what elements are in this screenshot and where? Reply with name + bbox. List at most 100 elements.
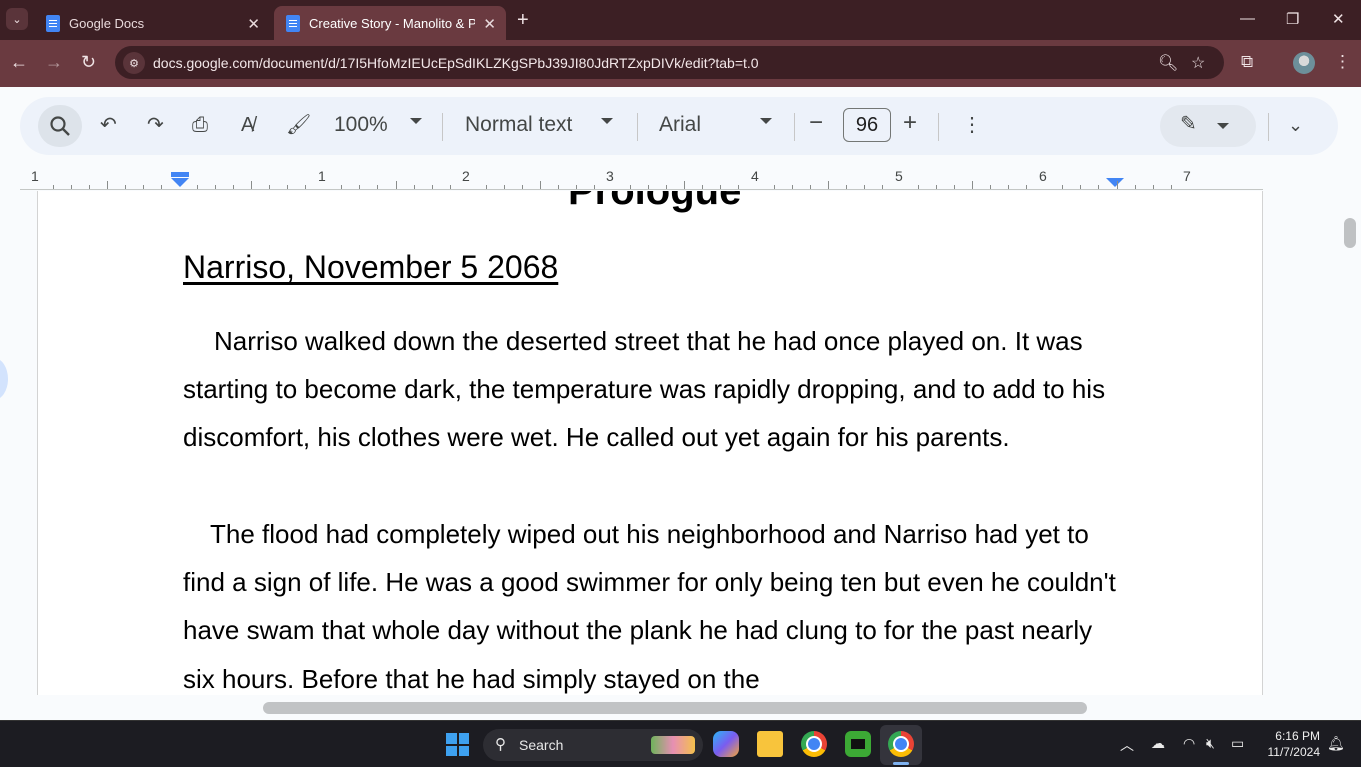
extensions-icon[interactable]: ⧉: [1241, 52, 1253, 72]
ruler-tick: [359, 185, 361, 189]
tab-google-docs[interactable]: Google Docs ✕: [34, 6, 270, 40]
address-bar[interactable]: ⚙ docs.google.com/document/d/17I5HfoMzIE…: [115, 46, 1224, 79]
paint-format-icon[interactable]: 🖌︎: [286, 112, 311, 138]
more-icon[interactable]: ⋮: [962, 112, 982, 138]
wifi-icon[interactable]: ◠: [1183, 735, 1195, 752]
chrome-icon[interactable]: [888, 731, 914, 757]
ruler-tick: [1008, 185, 1010, 189]
minimize-icon[interactable]: —: [1240, 10, 1255, 27]
ruler-tick: [810, 185, 812, 189]
bookmark-star-icon[interactable]: ☆: [1191, 53, 1205, 73]
minecraft-icon[interactable]: [845, 731, 871, 757]
print-icon[interactable]: ⎙: [192, 112, 208, 138]
body-paragraph[interactable]: Narriso walked down the deserted street …: [183, 317, 1118, 462]
close-icon[interactable]: ✕: [247, 15, 260, 33]
tab-title: Creative Story - Manolito & Pru: [309, 15, 475, 31]
chrome-icon[interactable]: [801, 731, 827, 757]
editing-mode-button[interactable]: ✎: [1160, 105, 1256, 147]
ruler-tick: [828, 181, 830, 189]
ruler-tick: [485, 185, 487, 189]
profile-avatar[interactable]: [1293, 52, 1315, 74]
ruler-tick: [341, 185, 343, 189]
font-size-input[interactable]: 96: [843, 108, 891, 142]
collapse-icon[interactable]: ⌄: [1288, 112, 1303, 138]
right-indent-marker[interactable]: [1106, 178, 1124, 187]
body-paragraph[interactable]: The flood had completely wiped out his n…: [183, 510, 1118, 695]
reload-icon[interactable]: ↻: [81, 52, 96, 73]
ruler-tick: [647, 185, 649, 189]
zoom-icon[interactable]: 🔍︎: [1158, 53, 1178, 73]
tab-search-button[interactable]: ⌄: [6, 8, 28, 30]
font-select[interactable]: Arial: [659, 113, 701, 137]
chevron-down-icon[interactable]: [410, 118, 422, 124]
tab-creative-story[interactable]: Creative Story - Manolito & Pru ✕: [274, 6, 506, 40]
ruler-tick: [954, 185, 956, 189]
chevron-down-icon[interactable]: [601, 118, 613, 124]
document-page[interactable]: Prologue Narriso, November 5 2068 Narris…: [37, 191, 1263, 695]
ruler-tick: [161, 185, 163, 189]
ruler-tick: [792, 185, 794, 189]
close-icon[interactable]: ✕: [483, 15, 496, 33]
url-text[interactable]: docs.google.com/document/d/17I5HfoMzIEUc…: [153, 55, 759, 71]
onedrive-icon[interactable]: ☁: [1151, 735, 1165, 752]
ruler-tick: [936, 185, 938, 189]
increase-icon[interactable]: +: [903, 110, 917, 136]
ruler-tick: [1134, 185, 1136, 189]
browser-menu-icon[interactable]: ⋮: [1334, 52, 1351, 72]
ruler-tick: [737, 185, 739, 189]
ruler-tick: [972, 181, 974, 189]
ruler-tick: [864, 185, 866, 189]
spellcheck-icon[interactable]: A̸: [241, 112, 254, 138]
search-icon[interactable]: [38, 105, 82, 147]
vertical-scrollbar[interactable]: [1344, 218, 1356, 248]
chevron-down-icon: [1217, 123, 1229, 129]
ruler-tick: [1026, 185, 1028, 189]
ruler-number: 6: [1039, 168, 1047, 184]
ruler-tick: [395, 181, 397, 189]
ruler-tick: [197, 185, 199, 189]
start-icon[interactable]: [446, 733, 469, 756]
undo-icon[interactable]: ↶: [100, 112, 117, 138]
ruler-tick: [1152, 185, 1154, 189]
tab-title: Google Docs: [69, 15, 145, 31]
active-indicator: [893, 762, 909, 765]
ruler-number: 5: [895, 168, 903, 184]
ruler-tick: [846, 185, 848, 189]
decrease-icon[interactable]: −: [809, 110, 823, 136]
ruler[interactable]: 1 1 2 3 4 5 6 7: [20, 166, 1263, 190]
volume-muted-icon[interactable]: 🔇︎: [1206, 735, 1215, 752]
file-explorer-icon[interactable]: [757, 731, 783, 757]
taskbar-search[interactable]: ⚲ Search: [483, 729, 703, 761]
ruler-tick: [377, 185, 379, 189]
redo-icon[interactable]: ↷: [147, 112, 164, 138]
ruler-tick: [503, 185, 505, 189]
chevron-up-icon[interactable]: ︿: [1120, 735, 1134, 755]
restore-icon[interactable]: ❐: [1286, 10, 1299, 28]
new-tab-button[interactable]: +: [517, 9, 529, 32]
ruler-tick: [287, 185, 289, 189]
ruler-tick: [557, 185, 559, 189]
battery-icon[interactable]: ▭: [1231, 735, 1244, 752]
ruler-tick: [683, 181, 685, 189]
left-indent-marker[interactable]: [171, 178, 189, 187]
ruler-tick: [521, 185, 523, 189]
first-line-indent-marker[interactable]: [171, 172, 189, 177]
docs-icon: [46, 14, 60, 32]
side-panel-handle[interactable]: [0, 358, 8, 400]
browser-toolbar: ← → ↻ ⚙ docs.google.com/document/d/17I5H…: [0, 40, 1361, 87]
forward-icon[interactable]: →: [45, 52, 63, 73]
search-label: Search: [519, 737, 564, 753]
site-info-icon[interactable]: ⚙: [123, 52, 145, 74]
horizontal-scrollbar[interactable]: [263, 702, 1087, 714]
window-close-icon[interactable]: ✕: [1332, 10, 1345, 28]
ruler-number: 4: [751, 168, 759, 184]
clock[interactable]: 6:16 PM 11/7/2024: [1262, 728, 1321, 760]
ruler-tick: [719, 185, 721, 189]
style-select[interactable]: Normal text: [465, 113, 572, 137]
copilot-icon[interactable]: [713, 731, 739, 757]
chevron-down-icon[interactable]: [760, 118, 772, 124]
back-icon[interactable]: ←: [10, 52, 28, 73]
zoom-select[interactable]: 100%: [334, 113, 388, 137]
notification-bell-icon[interactable]: 🔔︎: [1327, 735, 1345, 752]
ruler-number: 3: [606, 168, 614, 184]
